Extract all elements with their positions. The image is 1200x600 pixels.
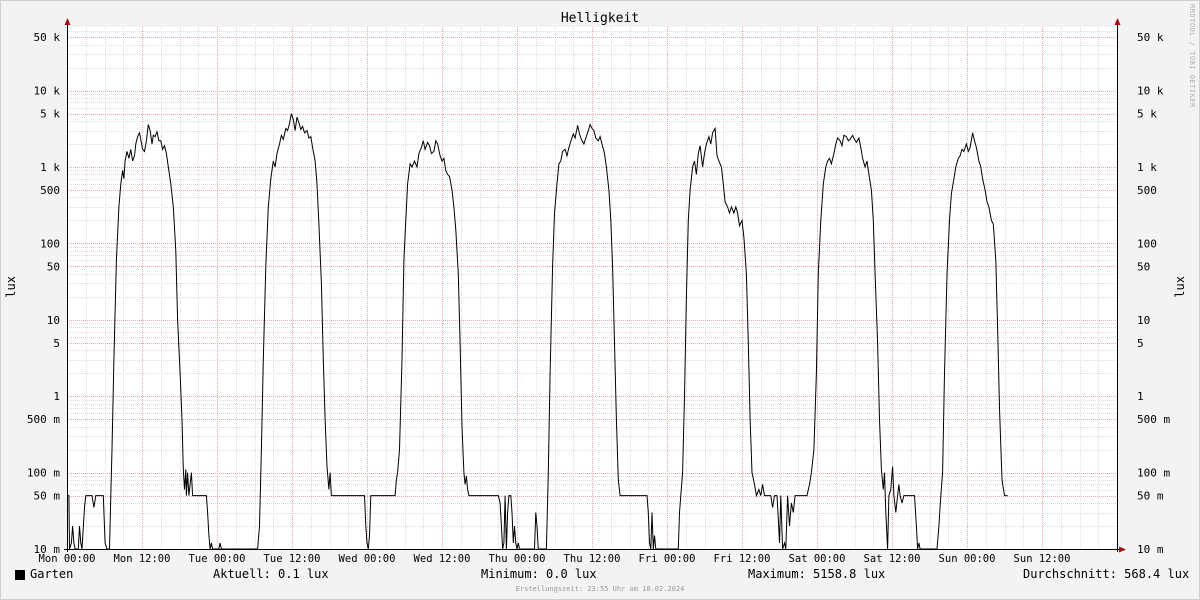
x-tick-label: Mon 00:00 xyxy=(39,553,96,565)
x-tick-label: Tue 00:00 xyxy=(189,553,246,565)
y-tick-label-right: 500 m xyxy=(1137,413,1170,426)
x-tick-label: Wed 00:00 xyxy=(339,553,396,565)
x-tick-label: Wed 12:00 xyxy=(414,553,471,565)
x-tick-label: Sun 00:00 xyxy=(939,553,996,565)
y-tick-label-left: 10 k xyxy=(34,85,61,98)
legend-aktuell: Aktuell: 0.1 lux xyxy=(213,567,329,581)
y-tick-label-left: 5 k xyxy=(40,108,60,121)
y-tick-label-right: 50 k xyxy=(1137,31,1164,44)
x-tick-label: Tue 12:00 xyxy=(264,553,321,565)
y-tick-label-left: 500 xyxy=(40,184,60,197)
x-tick-label: Fri 12:00 xyxy=(714,553,771,565)
x-axis-arrow xyxy=(1119,546,1126,553)
y-tick-label-right: 100 xyxy=(1137,237,1157,250)
y-tick-label-right: 5 xyxy=(1137,337,1144,350)
y-tick-label-left: 5 xyxy=(53,337,60,350)
y-tick-label-right: 500 xyxy=(1137,184,1157,197)
y-tick-label-left: 1 k xyxy=(40,161,60,174)
x-tick-label: Fri 00:00 xyxy=(639,553,696,565)
x-tick-label: Thu 12:00 xyxy=(564,553,621,565)
y-tick-label-left: 50 k xyxy=(34,31,61,44)
y-tick-label-left: 100 xyxy=(40,237,60,250)
y-tick-label-right: 10 k xyxy=(1137,85,1164,98)
legend-minimum: Minimum: 0.0 lux xyxy=(481,567,597,581)
chart-canvas: 10 m 10 m50 m 50 m100 m 100 m500 m 500 m1 15 5… xyxy=(27,18,1170,565)
x-tick-label: Sat 12:00 xyxy=(864,553,921,565)
legend-series-name: Garten xyxy=(30,567,74,581)
x-tick-label: Sun 12:00 xyxy=(1014,553,1071,565)
y-axis-label-left: lux xyxy=(4,276,18,298)
y-tick-label-left: 500 m xyxy=(27,413,60,426)
legend-durchschnitt: Durchschnitt: 568.4 lux xyxy=(1023,567,1190,581)
x-tick-label: Thu 00:00 xyxy=(489,553,546,565)
y-tick-label-right: 1 k xyxy=(1137,161,1157,174)
y-tick-label-right: 50 m xyxy=(1137,490,1164,503)
y-tick-label-right: 100 m xyxy=(1137,467,1170,480)
y-tick-label-left: 10 xyxy=(47,314,60,327)
x-tick-label: Mon 12:00 xyxy=(114,553,171,565)
y-tick-label-left: 100 m xyxy=(27,467,60,480)
y-tick-label-right: 50 xyxy=(1137,260,1150,273)
y-tick-label-right: 10 xyxy=(1137,314,1150,327)
legend-swatch xyxy=(15,570,25,580)
legend-maximum: Maximum: 5158.8 lux xyxy=(748,567,886,581)
y-tick-label-right: 5 k xyxy=(1137,108,1157,121)
y-tick-label-left: 1 xyxy=(53,390,60,403)
rrdtool-watermark: RRDTOOL / TOBI OETIKER xyxy=(1188,4,1196,108)
y-axis-label-right: lux xyxy=(1173,276,1187,298)
y-tick-label-right: 1 xyxy=(1137,390,1144,403)
chart-title: Helligkeit xyxy=(560,11,640,26)
y-tick-label-right: 10 m xyxy=(1137,543,1164,556)
y-tick-label-left: 50 xyxy=(47,260,60,273)
x-tick-label: Sat 00:00 xyxy=(789,553,846,565)
creation-time: Erstellungszeit: 23:55 Uhr am 18.02.2024 xyxy=(515,585,685,593)
y-tick-label-left: 50 m xyxy=(34,490,61,503)
